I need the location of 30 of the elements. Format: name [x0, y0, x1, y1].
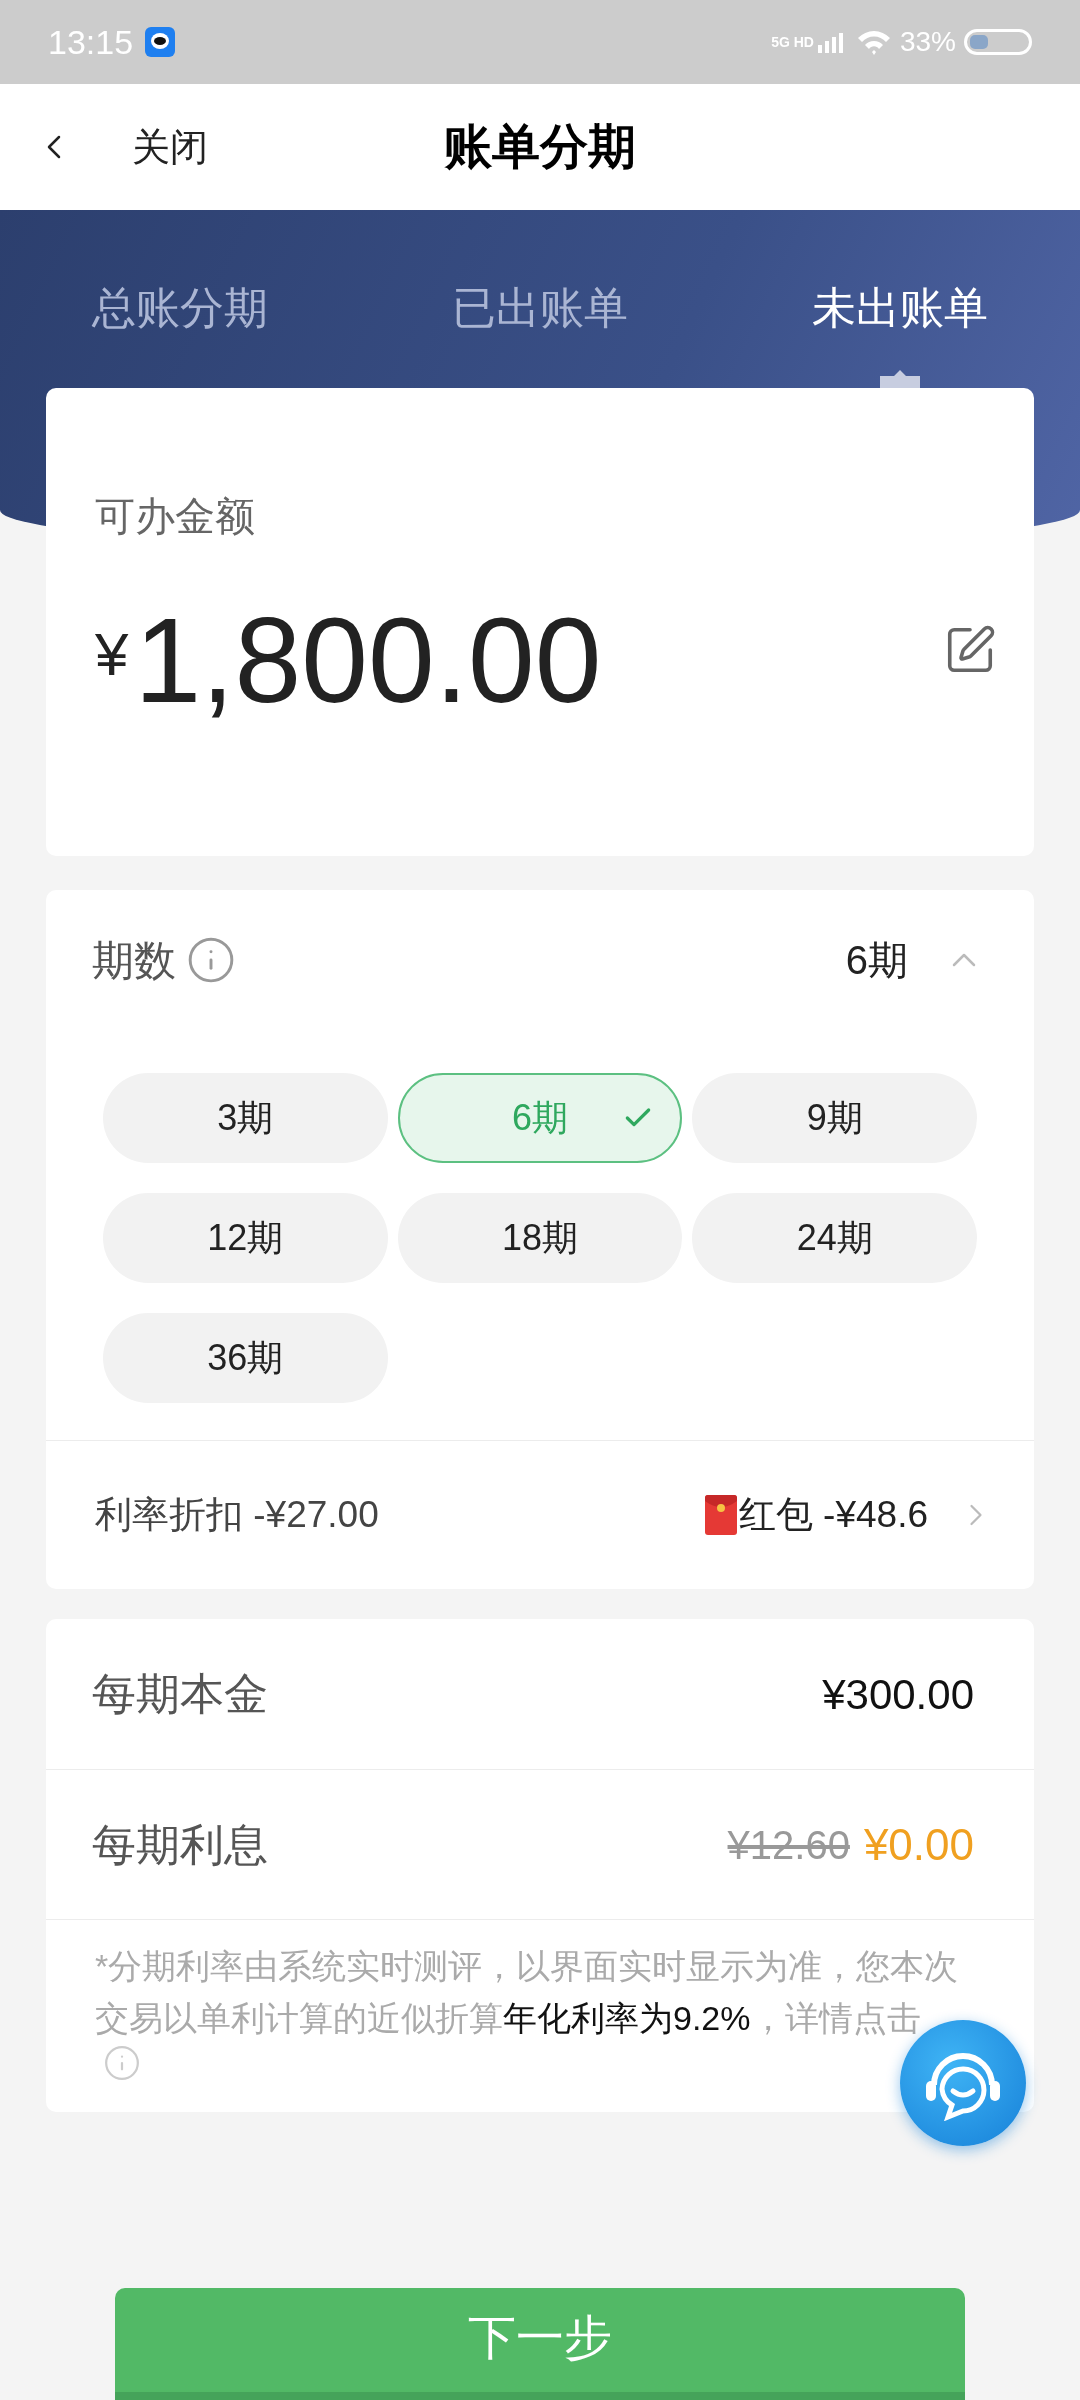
currency-symbol: ¥: [95, 620, 129, 690]
row-label: 每期本金: [92, 1668, 268, 1720]
amount-value: 1,800.00: [134, 600, 602, 720]
robot-app-icon: [145, 27, 176, 57]
page-title: 账单分期: [444, 119, 636, 175]
term-option[interactable]: 24期: [692, 1193, 977, 1283]
close-link[interactable]: 关闭: [132, 118, 208, 176]
term-option[interactable]: 36期: [103, 1313, 388, 1403]
signal-icon: [817, 31, 844, 53]
term-option[interactable]: 12期: [103, 1193, 388, 1283]
rate-discount: 利率折扣 -¥27.00: [95, 1493, 379, 1538]
row-label: 每期利息: [92, 1818, 268, 1871]
original-value: ¥12.60: [727, 1821, 850, 1869]
envelope-icon: [704, 1495, 737, 1535]
amount-label: 可办金额: [95, 493, 256, 540]
rate-note: *分期利率由系统实时测评，以界面实时显示为准，您本次交易以单利计算的近似折算年化利率为9.2%，详情点击: [95, 1946, 960, 2039]
term-option[interactable]: 9期: [692, 1073, 977, 1163]
bonus-link[interactable]: 红包 -¥48.6: [738, 1487, 928, 1543]
row-value: ¥300.00: [822, 1669, 974, 1720]
battery-icon: [964, 29, 1032, 55]
info-icon[interactable]: [186, 935, 236, 985]
tab[interactable]: 总账分期: [92, 280, 268, 336]
selected-term: 6期: [845, 937, 908, 984]
term-option[interactable]: 18期: [397, 1193, 683, 1283]
discounted-value: ¥0.00: [863, 1818, 974, 1871]
tab[interactable]: 未出账单: [812, 280, 988, 336]
terms-label: 期数: [92, 935, 176, 986]
info-icon[interactable]: [103, 2044, 141, 2082]
tab[interactable]: 已出账单: [452, 280, 628, 336]
term-option[interactable]: 3期: [103, 1073, 388, 1163]
